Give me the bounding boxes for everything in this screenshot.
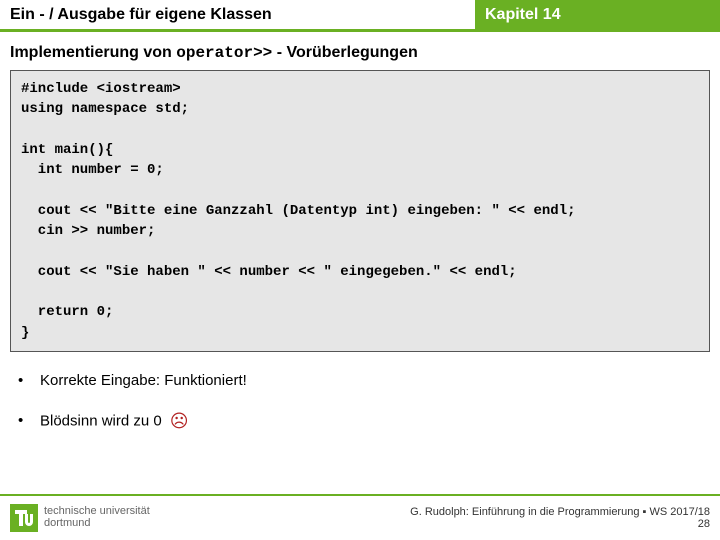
header-title-right: Kapitel 14 [475, 0, 720, 32]
university-name: technische universität dortmund [44, 506, 150, 529]
credit-text: G. Rudolph: Einführung in die Programmie… [410, 506, 710, 518]
list-item: •Korrekte Eingabe: Funktioniert! [18, 372, 710, 389]
code-block: #include <iostream> using namespace std;… [10, 70, 710, 352]
uni-line2: dortmund [44, 518, 150, 530]
header-title-left: Ein - / Ausgabe für eigene Klassen [0, 0, 475, 32]
subtitle-prefix: Implementierung von [10, 44, 176, 61]
subtitle-mono: operator>> [176, 44, 272, 62]
footer-credit: G. Rudolph: Einführung in die Programmie… [410, 506, 710, 530]
slide-subtitle: Implementierung von operator>> - Vorüber… [0, 32, 720, 70]
bullet-list: •Korrekte Eingabe: Funktioniert! •Blödsi… [0, 352, 720, 432]
slide-header: Ein - / Ausgabe für eigene Klassen Kapit… [0, 0, 720, 32]
slide-footer: technische universität dortmund G. Rudol… [0, 494, 720, 540]
list-item-text: Blödsinn wird zu 0 [40, 412, 162, 429]
subtitle-suffix: - Vorüberlegungen [272, 44, 417, 61]
bullet-dot: • [18, 372, 40, 389]
university-logo: technische universität dortmund [10, 504, 150, 532]
page-number: 28 [410, 518, 710, 530]
list-item: •Blödsinn wird zu 0 ☹ [18, 411, 710, 432]
bullet-dot: • [18, 412, 40, 429]
tu-logo-icon [10, 504, 38, 532]
frown-icon: ☹ [170, 411, 189, 431]
list-item-text: Korrekte Eingabe: Funktioniert! [40, 372, 247, 389]
